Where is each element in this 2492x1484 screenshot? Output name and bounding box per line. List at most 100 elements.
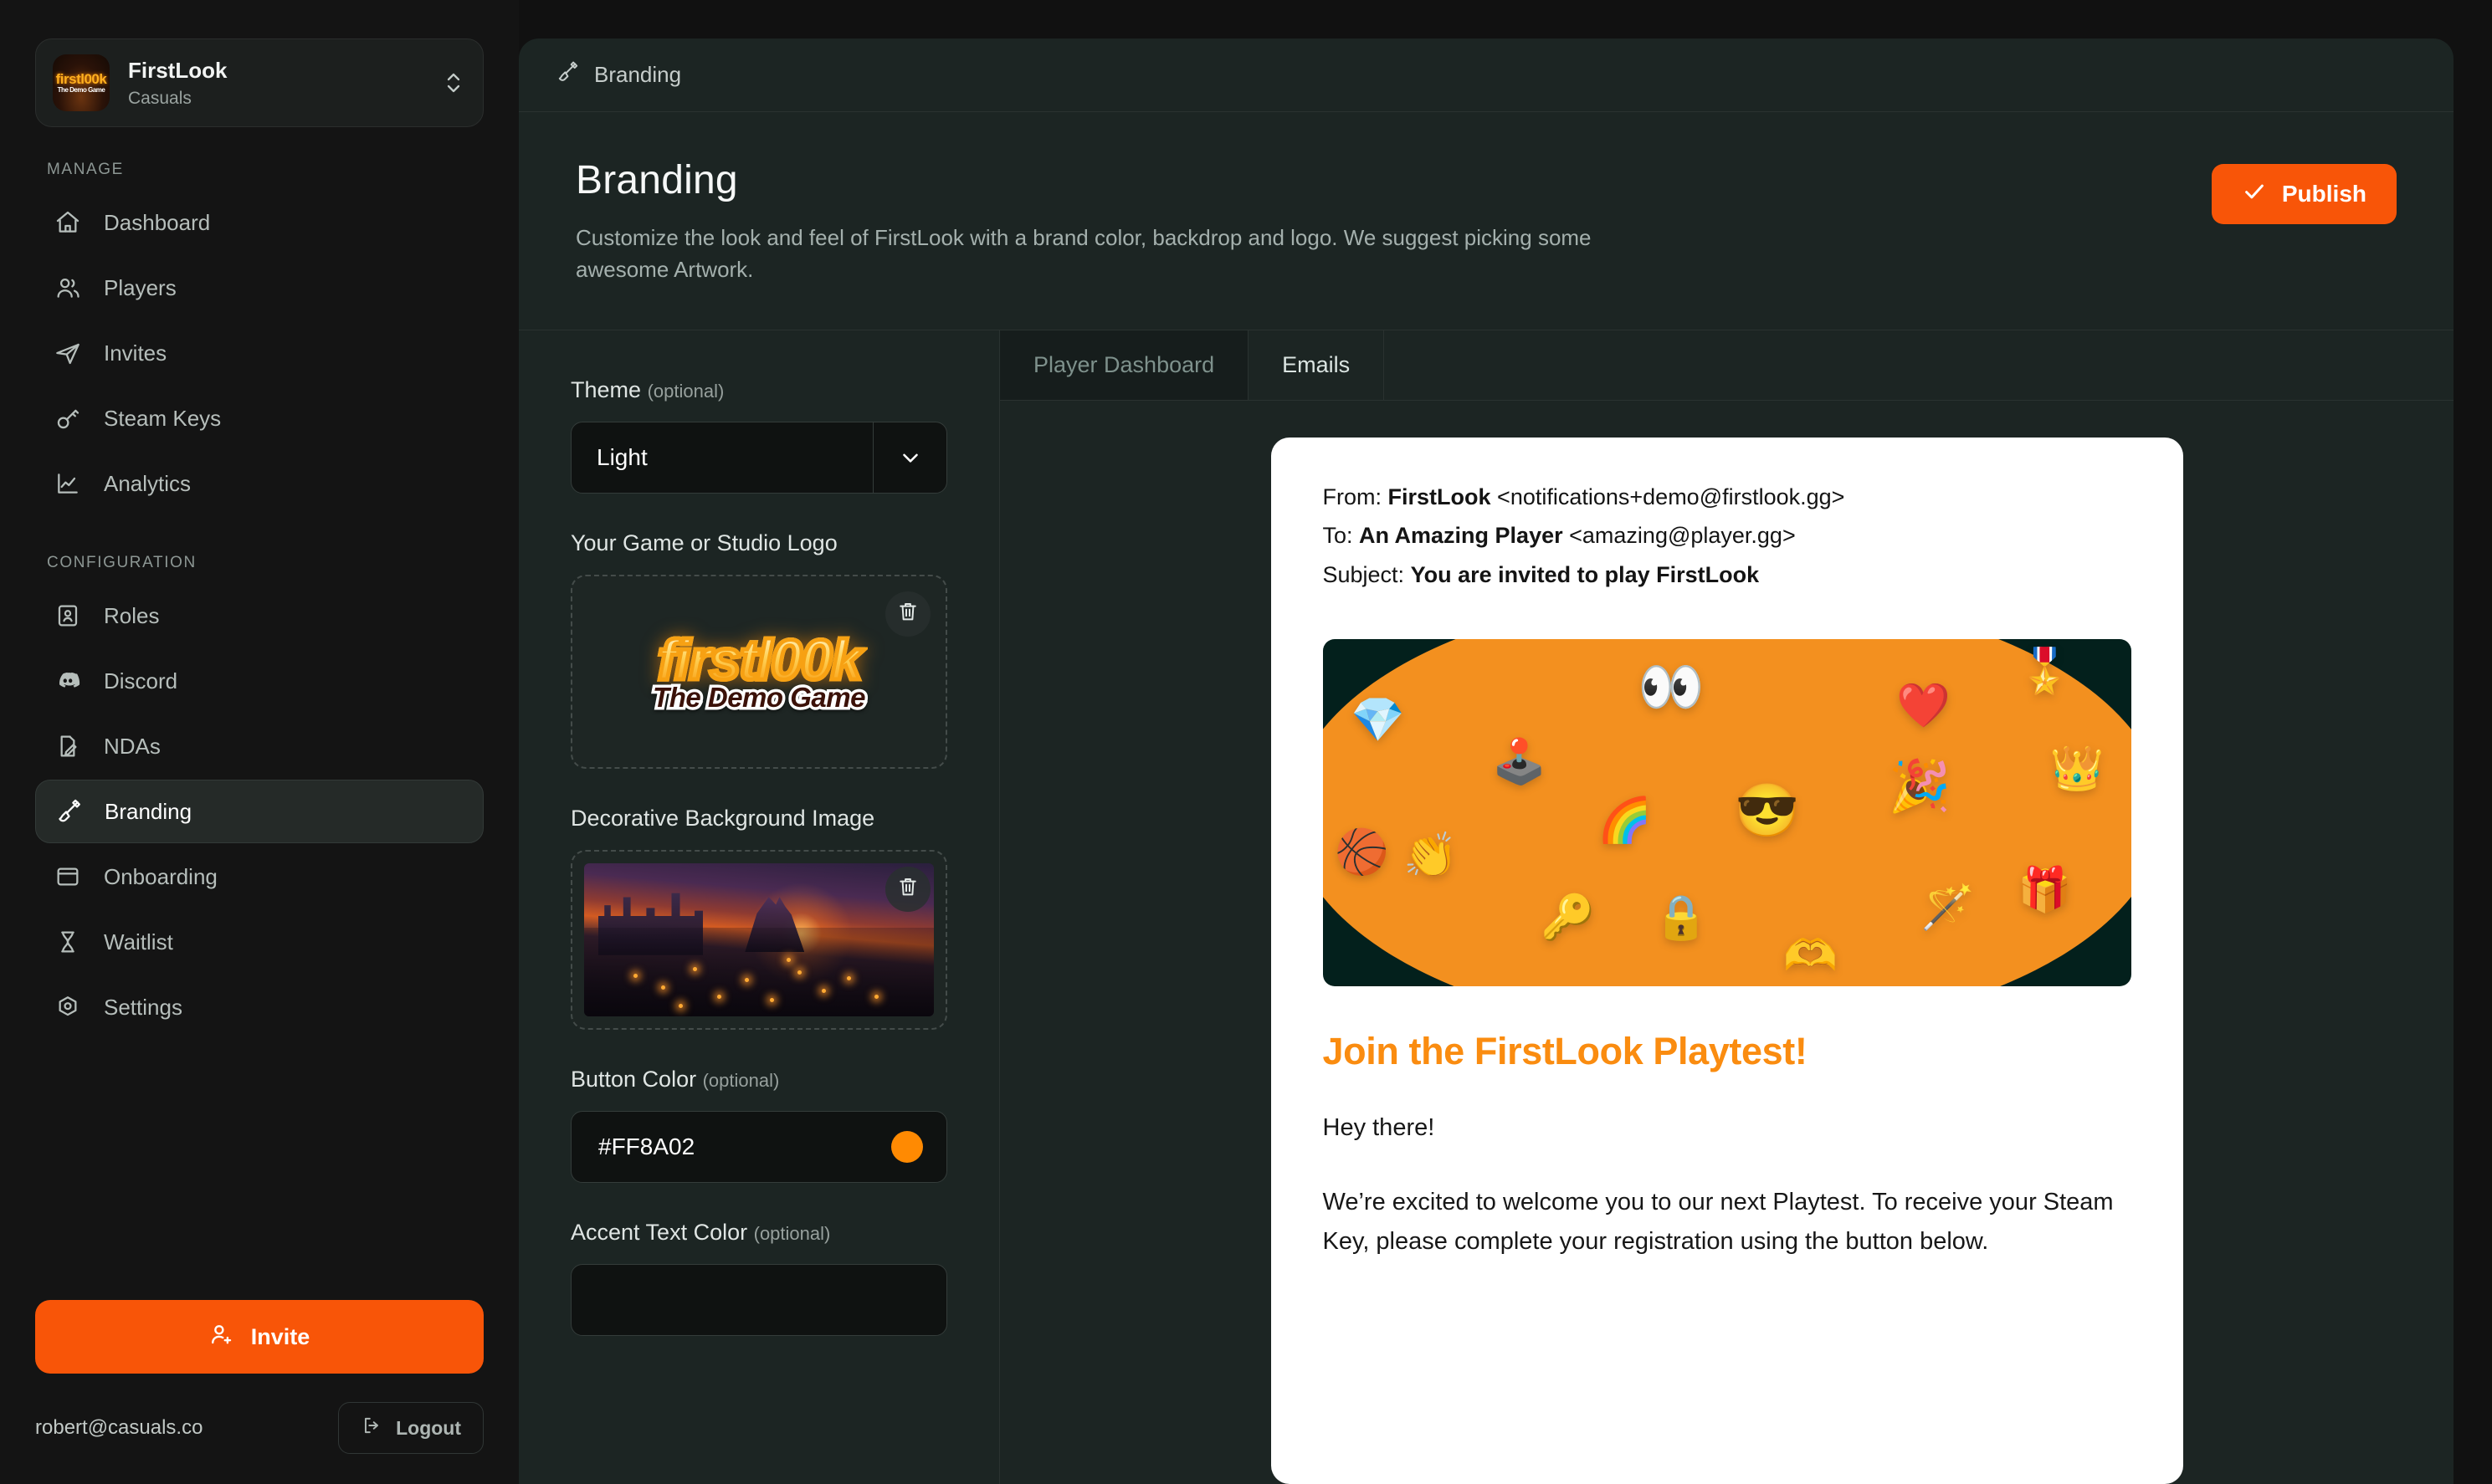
- logout-arrow-icon: [361, 1415, 382, 1441]
- account-row: robert@casuals.co Logout: [35, 1402, 484, 1454]
- workspace-logo: firstl00k The Demo Game: [53, 54, 110, 111]
- breadcrumb-label: Branding: [594, 62, 682, 87]
- users-icon: [54, 274, 82, 302]
- sidebar-item-label: Roles: [104, 602, 160, 628]
- email-subject-value: You are invited to play FirstLook: [1410, 561, 1760, 587]
- tab-label: Emails: [1282, 351, 1351, 377]
- sidebar-item-discord[interactable]: Discord: [35, 649, 484, 713]
- workspace-switcher[interactable]: firstl00k The Demo Game FirstLook Casual…: [35, 38, 484, 127]
- magic-wand-emoji: 🪄: [1920, 883, 1976, 932]
- sidebar-item-label: Steam Keys: [104, 405, 222, 431]
- sidebar-item-settings[interactable]: Settings: [35, 975, 484, 1039]
- email-subject-row: Subject: You are invited to play FirstLo…: [1323, 555, 2131, 594]
- workspace-name: FirstLook: [128, 57, 228, 83]
- line-chart-icon: [54, 469, 82, 498]
- sidebar: firstl00k The Demo Game FirstLook Casual…: [0, 0, 519, 1484]
- theme-field: Theme (optional) Light: [571, 377, 947, 494]
- button-color-swatch[interactable]: [891, 1130, 923, 1163]
- button-color-label-text: Button Color: [571, 1066, 697, 1092]
- tab-label: Player Dashboard: [1033, 351, 1215, 377]
- basketball-emoji: 🏀: [1334, 827, 1389, 877]
- background-field: Decorative Background Image: [571, 806, 947, 1030]
- sidebar-item-players[interactable]: Players: [35, 256, 484, 320]
- medal-emoji: 🎖️: [2018, 647, 2072, 696]
- sidebar-item-roles[interactable]: Roles: [35, 584, 484, 647]
- rainbow-emoji: 🌈: [1597, 796, 1652, 846]
- paintbrush-icon: [54, 797, 83, 826]
- email-from-label: From:: [1322, 484, 1382, 509]
- chevron-down-icon[interactable]: [873, 422, 946, 493]
- email-heading: Join the FirstLook Playtest!: [1322, 1030, 1807, 1073]
- logo-delete-button[interactable]: [885, 591, 931, 637]
- sidebar-item-label: Discord: [104, 668, 178, 693]
- nav-section-label-manage: MANAGE: [47, 161, 124, 178]
- tab-emails[interactable]: Emails: [1249, 330, 1385, 400]
- publish-button[interactable]: Publish: [2211, 164, 2397, 224]
- theme-select-value: Light: [597, 443, 648, 470]
- accent-text-color-label-text: Accent Text Color: [571, 1219, 748, 1245]
- sidebar-item-label: Branding: [105, 798, 192, 824]
- button-color-label: Button Color (optional): [571, 1067, 947, 1093]
- preview-tabs: Player Dashboard Emails: [1000, 330, 2454, 401]
- logo-preview: firstl00k The Demo Game: [650, 630, 869, 714]
- paintbrush-icon: [556, 60, 579, 90]
- background-delete-button[interactable]: [885, 866, 931, 912]
- sidebar-item-dashboard[interactable]: Dashboard: [35, 191, 484, 254]
- logo-preview-line1: firstl00k: [653, 630, 865, 691]
- sidebar-item-steam-keys[interactable]: Steam Keys: [35, 386, 484, 450]
- email-greeting: Hey there!: [1322, 1114, 1435, 1142]
- theme-label: Theme (optional): [571, 377, 947, 403]
- logo-dropzone[interactable]: firstl00k The Demo Game: [571, 574, 947, 769]
- logout-button[interactable]: Logout: [338, 1402, 484, 1454]
- email-to-address: <amazing@player.gg>: [1569, 523, 1796, 549]
- email-body-text: We’re excited to welcome you to our next…: [1322, 1189, 2114, 1256]
- branding-settings-column: Theme (optional) Light Your Game or Stud…: [519, 330, 1000, 1484]
- background-dropzone[interactable]: [571, 849, 947, 1030]
- check-icon: [2242, 179, 2267, 210]
- branding-split: Theme (optional) Light Your Game or Stud…: [519, 329, 2454, 1484]
- email-from-address: <notifications+demo@firstlook.gg>: [1497, 484, 1845, 509]
- key-emoji: 🔑: [1541, 893, 1596, 943]
- page-description: Customize the look and feel of FirstLook…: [576, 225, 1592, 283]
- sidebar-item-invites[interactable]: Invites: [35, 321, 484, 385]
- email-subject-label: Subject:: [1322, 561, 1405, 587]
- sidebar-item-waitlist[interactable]: Waitlist: [35, 910, 484, 974]
- main-panel: Branding Branding Customize the look and…: [519, 38, 2454, 1484]
- nav-section-configuration: CONFIGURATION Roles Discord NDAs Brandin…: [0, 554, 519, 1039]
- email-to-name: An Amazing Player: [1359, 523, 1563, 549]
- sidebar-item-ndas[interactable]: NDAs: [35, 714, 484, 778]
- eyes-emoji: 👀: [1638, 657, 1705, 718]
- sidebar-item-analytics[interactable]: Analytics: [35, 452, 484, 515]
- tab-player-dashboard[interactable]: Player Dashboard: [1000, 330, 1249, 400]
- window-icon: [54, 862, 82, 891]
- sidebar-item-label: Analytics: [104, 470, 192, 496]
- sidebar-item-label: Dashboard: [104, 209, 211, 235]
- gear-hex-icon: [54, 993, 82, 1021]
- invite-button[interactable]: Invite: [35, 1300, 484, 1374]
- trash-icon: [896, 875, 920, 903]
- paper-plane-icon: [54, 339, 82, 367]
- hourglass-icon: [54, 928, 82, 956]
- sidebar-item-label: Waitlist: [104, 929, 173, 954]
- button-color-input[interactable]: #FF8A02: [571, 1110, 947, 1183]
- email-from-row: From: FirstLook <notifications+demo@firs…: [1323, 478, 2131, 516]
- publish-button-label: Publish: [2281, 181, 2366, 207]
- sidebar-item-onboarding[interactable]: Onboarding: [35, 845, 484, 908]
- accent-text-color-input[interactable]: [571, 1263, 947, 1336]
- email-to-row: To: An Amazing Player <amazing@player.gg…: [1323, 516, 2131, 555]
- theme-select[interactable]: Light: [571, 421, 947, 494]
- logo-label: Your Game or Studio Logo: [571, 530, 838, 555]
- page-header: Branding Customize the look and feel of …: [519, 112, 2454, 286]
- workspace-logo-line1: firstl00k: [55, 71, 107, 87]
- email-preview-body: From: FirstLook <notifications+demo@firs…: [1000, 401, 2454, 1484]
- sidebar-item-branding[interactable]: Branding: [35, 780, 484, 843]
- heart-hands-emoji: 🫶: [1783, 932, 1838, 980]
- email-preview-card: From: FirstLook <notifications+demo@firs…: [1270, 437, 2183, 1484]
- sidebar-item-label: Players: [104, 274, 177, 300]
- background-preview: [584, 862, 934, 1016]
- preview-column: Player Dashboard Emails From: FirstLook …: [1000, 330, 2454, 1484]
- sidebar-item-label: Settings: [104, 994, 182, 1020]
- discord-icon: [54, 667, 82, 695]
- sidebar-item-label: Invites: [104, 340, 167, 366]
- clapping-hands-emoji: 👏: [1403, 831, 1458, 880]
